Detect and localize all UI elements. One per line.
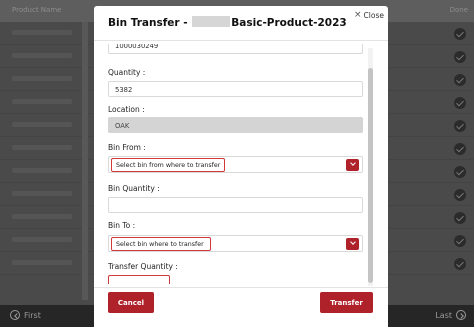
bin-from-placeholder[interactable]: Select bin from where to transfer — [111, 158, 225, 172]
check-icon[interactable] — [454, 74, 466, 86]
background-header-done: Done — [449, 6, 468, 14]
first-page-button[interactable]: First — [10, 310, 41, 320]
check-icon[interactable] — [454, 189, 466, 201]
close-icon: × — [354, 10, 362, 20]
quantity-label: Quantity : — [108, 68, 146, 77]
header-divider — [94, 40, 388, 41]
check-icon[interactable] — [454, 120, 466, 132]
bin-transfer-modal: Bin Transfer - Basic-Product-2023 × Clos… — [94, 6, 388, 327]
modal-title-product: Basic-Product-2023 — [231, 17, 347, 29]
close-label: Close — [363, 11, 384, 20]
close-button[interactable]: × Close — [354, 10, 384, 21]
transfer-button[interactable]: Transfer — [320, 292, 373, 313]
bin-from-label: Bin From : — [108, 143, 146, 152]
arrow-right-icon — [456, 310, 466, 320]
top-value-text: 1000030249 — [115, 44, 159, 50]
last-page-label: Last — [435, 310, 452, 320]
check-icon[interactable] — [454, 143, 466, 155]
location-value: OAK — [115, 122, 130, 130]
bin-quantity-field[interactable] — [108, 197, 363, 213]
transfer-quantity-label: Transfer Quantity : — [108, 262, 178, 271]
modal-form: 1000030249 Quantity : 5382 Location : OA… — [108, 44, 366, 284]
bin-quantity-label: Bin Quantity : — [108, 184, 160, 193]
modal-title: Bin Transfer - Basic-Product-2023 — [108, 16, 347, 29]
location-field: OAK — [108, 117, 363, 133]
check-icon[interactable] — [454, 28, 466, 40]
background-header-product-name: Product Name — [12, 6, 62, 14]
redacted-text — [192, 16, 231, 27]
quantity-field[interactable]: 5382 — [108, 81, 363, 97]
check-icon[interactable] — [454, 258, 466, 270]
arrow-left-icon — [10, 310, 20, 320]
transfer-quantity-input[interactable] — [108, 275, 170, 284]
bin-from-select[interactable]: Select bin from where to transfer — [108, 156, 363, 173]
footer-divider — [94, 287, 388, 288]
check-icon[interactable] — [454, 97, 466, 109]
first-page-label: First — [24, 310, 41, 320]
bin-to-label: Bin To : — [108, 221, 136, 230]
check-icon[interactable] — [454, 166, 466, 178]
modal-title-prefix: Bin Transfer - — [108, 17, 192, 29]
modal-scrollbar-thumb[interactable] — [368, 68, 373, 283]
chevron-down-icon[interactable] — [346, 158, 359, 171]
check-icon[interactable] — [454, 51, 466, 63]
chevron-down-icon[interactable] — [346, 237, 359, 250]
last-page-button[interactable]: Last — [435, 310, 466, 320]
check-icon[interactable] — [454, 212, 466, 224]
location-label: Location : — [108, 105, 145, 114]
cancel-button[interactable]: Cancel — [108, 292, 154, 313]
top-value-field[interactable]: 1000030249 — [108, 44, 363, 54]
background-scrollbar[interactable] — [82, 22, 88, 300]
bin-to-placeholder[interactable]: Select bin where to transfer — [111, 237, 211, 251]
bin-to-select[interactable]: Select bin where to transfer — [108, 235, 363, 252]
check-icon[interactable] — [454, 235, 466, 247]
quantity-value: 5382 — [115, 86, 133, 94]
